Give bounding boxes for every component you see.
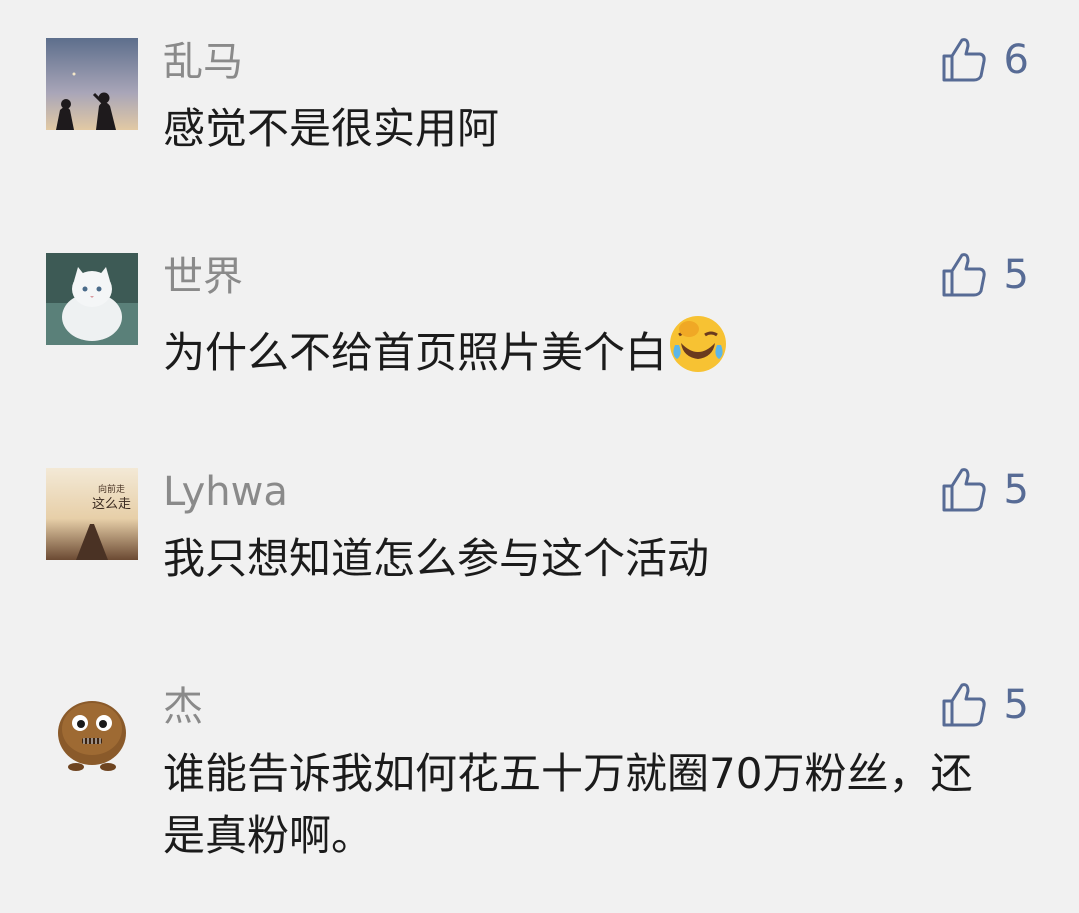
like-count: 5 bbox=[1003, 467, 1029, 513]
avatar[interactable]: 向前走 这么走 bbox=[46, 468, 138, 560]
comment-text-content: 为什么不给首页照片美个白 bbox=[163, 328, 668, 377]
comment-item: 乱马 感觉不是很实用阿 6 bbox=[0, 0, 1079, 215]
avatar[interactable] bbox=[46, 683, 138, 775]
comment-item: 世界 为什么不给首页照片美个白 5 bbox=[0, 215, 1079, 430]
avatar[interactable] bbox=[46, 38, 138, 130]
comment-text: 我只想知道怎么参与这个活动 bbox=[163, 534, 710, 583]
thumbs-up-icon bbox=[942, 683, 986, 727]
svg-text:向前走: 向前走 bbox=[98, 483, 125, 495]
svg-text:这么走: 这么走 bbox=[92, 496, 131, 512]
like-button[interactable]: 5 bbox=[938, 679, 1029, 731]
thumbs-up-icon bbox=[942, 38, 986, 82]
thumbs-up-icon bbox=[942, 468, 986, 512]
comment-text: 谁能告诉我如何花五十万就圈70万粉丝，还是真粉啊。 bbox=[163, 749, 973, 860]
furry-monster-avatar bbox=[46, 683, 138, 775]
like-count: 5 bbox=[1003, 252, 1029, 298]
white-cat-avatar bbox=[46, 253, 138, 345]
comment-text: 感觉不是很实用阿 bbox=[163, 104, 500, 153]
comment-author[interactable]: 乱马 bbox=[163, 38, 243, 86]
like-button[interactable]: 6 bbox=[938, 34, 1029, 86]
silhouette-couple-avatar bbox=[46, 38, 138, 130]
thumbs-up-icon bbox=[942, 253, 986, 297]
comment-item: 杰 谁能告诉我如何花五十万就圈70万粉丝，还是真粉啊。 5 bbox=[0, 645, 1079, 913]
comment-item: 向前走 这么走 Lyhwa 我只想知道怎么参与这个活动 5 bbox=[0, 430, 1079, 645]
like-count: 5 bbox=[1003, 682, 1029, 728]
road-poster-avatar: 向前走 这么走 bbox=[46, 468, 138, 560]
like-count: 6 bbox=[1003, 37, 1029, 83]
like-button[interactable]: 5 bbox=[938, 249, 1029, 301]
comment-author[interactable]: 杰 bbox=[163, 683, 203, 731]
avatar[interactable] bbox=[46, 253, 138, 345]
comment-text: 为什么不给首页照片美个白 bbox=[163, 313, 1043, 384]
comment-author[interactable]: Lyhwa bbox=[163, 468, 288, 516]
like-button[interactable]: 5 bbox=[938, 464, 1029, 516]
laughing-crying-face-emoji bbox=[670, 316, 727, 372]
comment-author[interactable]: 世界 bbox=[163, 253, 243, 301]
